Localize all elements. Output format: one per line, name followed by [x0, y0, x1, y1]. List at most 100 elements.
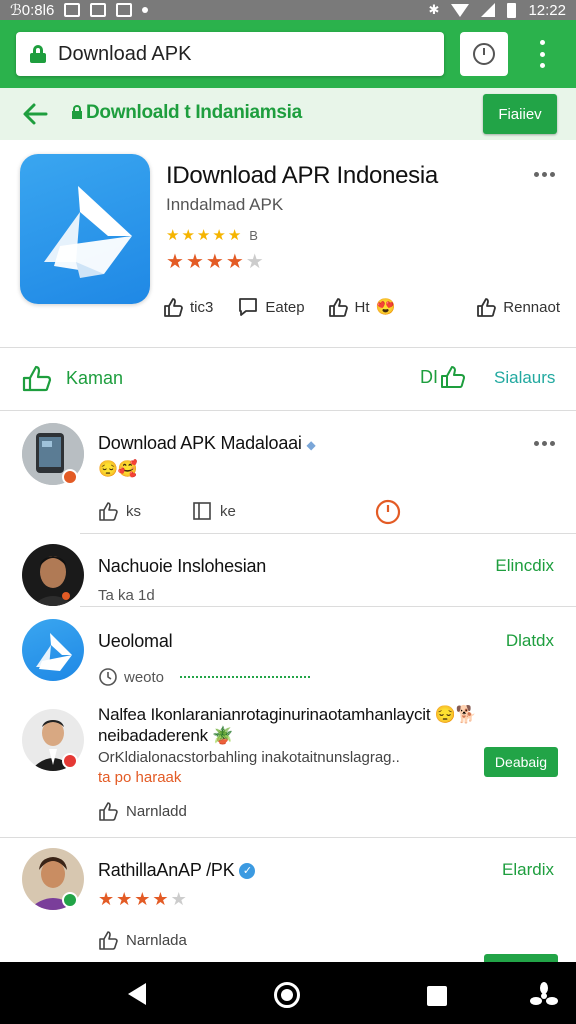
badge-icon [62, 592, 70, 600]
like-action[interactable]: tic3 [162, 296, 213, 318]
recommend-action[interactable]: Rennaot [475, 296, 560, 318]
comment-label: Eatep [265, 298, 305, 316]
app-action-row: tic3 Eatep Ht 😍 Rennaot [162, 296, 560, 318]
badge-icon [62, 469, 78, 485]
recent-apps-icon[interactable] [427, 986, 447, 1006]
rating-stars-orange: ★ ★ ★ ★ ★ [98, 890, 187, 908]
back-arrow-icon[interactable] [22, 102, 48, 126]
dot-icon [539, 51, 545, 57]
avatar [22, 544, 84, 606]
item-link[interactable]: Elincdix [495, 556, 554, 576]
wifi-icon [451, 3, 470, 17]
image-icon [116, 3, 133, 17]
action-label: Narnladd [126, 802, 187, 820]
rating-stars-orange: ★ ★ ★ ★ ★ [166, 252, 264, 272]
url-text[interactable]: Download APK [58, 43, 191, 66]
status-left-text: ℬ0:8l6 [10, 2, 55, 19]
more-options-icon[interactable] [534, 441, 555, 446]
like-action[interactable]: ks [98, 501, 141, 521]
more-options-icon[interactable] [534, 172, 555, 177]
tabs-row: Kaman DI Sialaurs [0, 348, 576, 410]
item-link[interactable]: Dlatdx [506, 631, 554, 651]
item-highlight: ta po haraak [98, 769, 182, 786]
lock-icon [72, 105, 82, 119]
browser-toolbar: Download APK [0, 20, 576, 88]
tab-switcher-button[interactable] [460, 32, 508, 76]
star-icon: ★ [116, 889, 133, 909]
react-action[interactable]: Ht 😍 [327, 296, 396, 318]
tab-di-label: DI [420, 366, 438, 387]
item-emoji: 😔🥰 [98, 461, 138, 478]
progress-dots [180, 676, 311, 678]
star-icon: ★ [227, 227, 242, 244]
feed-item[interactable]: Nalfea Ikonlaranianrotaginurinaotamhanla… [0, 697, 576, 837]
page-title: Downloald t Indaniamsia [86, 102, 302, 123]
timer-icon[interactable] [375, 499, 401, 525]
star-empty-icon: ★ [245, 251, 264, 273]
bookmark-icon [193, 502, 211, 520]
badge-icon [62, 753, 78, 769]
image-icon [64, 3, 81, 17]
back-icon[interactable] [128, 983, 146, 1005]
app-logo-icon [22, 619, 84, 681]
tab-di[interactable]: DI [420, 364, 466, 390]
download-action[interactable]: Narnladd [98, 801, 187, 821]
like-label: ks [126, 502, 141, 520]
verified-icon: ◆ [306, 438, 316, 452]
status-time: 12:22 [528, 1, 566, 19]
thumbs-up-icon [477, 298, 497, 317]
item-title: Nalfea Ikonlaranianrotaginurinaotamhanla… [98, 705, 477, 724]
notification-dot-icon [142, 7, 149, 13]
download-button[interactable] [484, 954, 558, 962]
star-icon: ★ [166, 227, 180, 244]
star-icon: ★ [166, 251, 184, 273]
rating-stars-gold: ★ ★ ★ ★ ★ B [166, 228, 258, 243]
tab-kaman-label: Kaman [66, 367, 124, 388]
download-action[interactable]: Narnlada [98, 930, 187, 950]
app-subtitle: Inndalmad APK [166, 195, 284, 214]
header-action-button[interactable]: Fiaiiev [483, 94, 557, 134]
app-card: IDownload APR Indonesia Inndalmad APK ★ … [0, 140, 576, 348]
home-icon[interactable] [274, 982, 300, 1008]
item-link[interactable]: Elardix [502, 860, 554, 880]
thumbs-up-icon [328, 298, 348, 317]
url-bar[interactable]: Download APK [16, 32, 444, 76]
feed-item[interactable]: RathillaAnAP /PK ✓ ★ ★ ★ ★ ★ Elardix Nar… [0, 838, 576, 962]
feed-item[interactable]: Nachuoie Inslohesian Ta ka 1d Elincdix [0, 534, 576, 606]
signal-icon [481, 3, 496, 17]
app-title: IDownload APR Indonesia [166, 162, 438, 189]
system-nav-bar [0, 962, 576, 1024]
star-empty-icon: ★ [170, 889, 187, 909]
react-label: Ht [354, 298, 370, 316]
thumbs-up-icon [164, 298, 183, 317]
badge-icon [62, 892, 78, 908]
action-label: Narnlada [126, 931, 187, 949]
battery-icon [507, 2, 517, 18]
star-icon: ★ [181, 227, 195, 244]
download-button[interactable]: Deabaig [484, 747, 558, 777]
item-title: Nachuoie Inslohesian [98, 556, 267, 576]
comment-action[interactable]: Eatep [237, 296, 305, 318]
save-action[interactable]: ke [192, 501, 236, 521]
thumbs-up-icon [22, 365, 52, 392]
feed-item[interactable]: Download APK Madaloaai ◆ 😔🥰 ks ke [0, 411, 576, 533]
item-title: Download APK Madaloaai ◆ [98, 433, 316, 453]
clock-icon [473, 43, 495, 65]
lock-icon [30, 45, 46, 63]
star-icon: ★ [152, 889, 169, 909]
feed-item[interactable]: Ueolomal weoto Dlatdx [0, 607, 576, 697]
recommend-label: Rennaot [503, 298, 560, 316]
fan-icon[interactable] [530, 982, 558, 1010]
star-icon: ★ [196, 227, 211, 244]
item-meta: weoto [98, 667, 311, 687]
star-icon: ★ [205, 251, 224, 273]
app-logo-icon [20, 154, 150, 304]
emoji-icon: 😍 [375, 299, 396, 316]
star-icon: ★ [98, 889, 115, 909]
image-icon [90, 3, 107, 17]
tab-kaman[interactable]: Kaman [22, 364, 123, 392]
verified-icon: ✓ [239, 863, 256, 880]
overflow-menu-button[interactable] [530, 38, 554, 70]
star-icon: ★ [225, 251, 244, 273]
tab-sialaurs[interactable]: Sialaurs [494, 368, 555, 388]
